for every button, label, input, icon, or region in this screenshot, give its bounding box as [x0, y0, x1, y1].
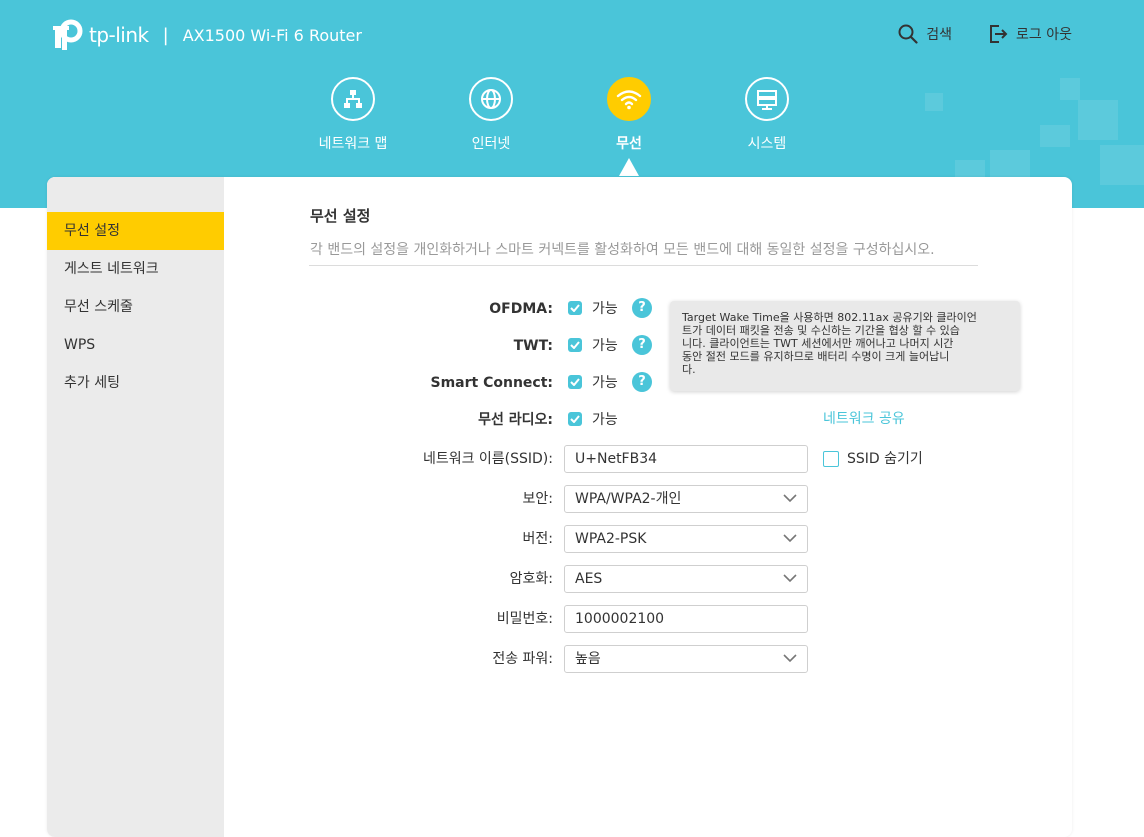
nav-label: 무선 — [616, 136, 642, 152]
system-icon — [757, 90, 777, 110]
twt-help-icon[interactable]: ? — [632, 335, 652, 355]
ssid-field-box — [564, 445, 808, 473]
chevron-down-icon — [783, 574, 797, 583]
nav-label: 인터넷 — [471, 136, 511, 152]
twt-checkbox[interactable] — [568, 338, 582, 352]
hide-ssid-checkbox[interactable] — [823, 451, 839, 467]
smart-connect-help-icon[interactable]: ? — [632, 372, 652, 392]
security-label: 보안: — [522, 491, 553, 507]
encryption-select[interactable]: AES — [564, 565, 808, 593]
logo-text: tp-link — [89, 23, 149, 47]
check-icon — [570, 341, 580, 349]
hide-ssid-label: SSID 숨기기 — [847, 451, 923, 467]
search-icon — [898, 24, 918, 44]
nav-active-pointer — [619, 158, 639, 176]
ssid-input[interactable] — [565, 446, 807, 472]
nav-internet[interactable]: 인터넷 — [431, 77, 551, 153]
tx-power-label: 전송 파워: — [492, 651, 553, 667]
tooltip-line: 동안 절전 모드를 유지하므로 배터리 수명이 크게 늘어납니 — [682, 350, 950, 363]
top-actions: 검색 로그 아웃 — [898, 24, 1072, 44]
version-label: 버전: — [522, 531, 553, 547]
section-title: 무선 설정 — [310, 207, 371, 225]
nav-label: 시스템 — [747, 136, 787, 152]
security-select[interactable]: WPA/WPA2-개인 — [564, 485, 808, 513]
ofdma-enable-label: 가능 — [592, 301, 618, 317]
check-icon — [570, 304, 580, 312]
sidebar-item-guest-network[interactable]: 게스트 네트워크 — [47, 250, 224, 288]
tp-link-logo-icon — [53, 19, 83, 50]
tooltip-line: 트가 데이터 패킷을 전송 및 수신하는 기간을 협상 할 수 있습 — [682, 324, 960, 337]
nav-icon-circle — [745, 77, 789, 121]
version-select[interactable]: WPA2-PSK — [564, 525, 808, 553]
logout-button[interactable]: 로그 아웃 — [988, 24, 1072, 44]
tx-power-row: 전송 파워: 높음 — [47, 645, 1072, 673]
router-model: AX1500 Wi-Fi 6 Router — [182, 25, 362, 45]
wireless-radio-enable-label: 가능 — [592, 412, 618, 428]
nav-icon-circle — [469, 77, 513, 121]
logout-label: 로그 아웃 — [1016, 27, 1072, 43]
search-button[interactable]: 검색 — [898, 24, 952, 44]
twt-enable-label: 가능 — [592, 338, 618, 354]
twt-tooltip: Target Wake Time을 사용하면 802.11ax 공유기와 클라이… — [670, 301, 1020, 391]
brand-logo: tp-link | AX1500 Wi-Fi 6 Router — [47, 16, 362, 54]
search-label: 검색 — [926, 27, 953, 43]
wireless-radio-label: 무선 라디오: — [478, 412, 553, 428]
globe-icon — [481, 89, 501, 109]
section-description: 각 밴드의 설정을 개인화하거나 스마트 커넥트를 활성화하여 모든 밴드에 대… — [310, 242, 935, 258]
ofdma-help-icon[interactable]: ? — [632, 298, 652, 318]
tooltip-line: Target Wake Time을 사용하면 802.11ax 공유기와 클라이… — [682, 311, 977, 324]
smart-connect-enable-label: 가능 — [592, 375, 618, 391]
version-value: WPA2-PSK — [575, 531, 647, 547]
smart-connect-label: Smart Connect: — [430, 375, 554, 391]
smart-connect-checkbox[interactable] — [568, 375, 582, 389]
security-row: 보안: WPA/WPA2-개인 — [47, 485, 1072, 513]
check-icon — [570, 378, 580, 386]
check-icon — [570, 415, 580, 423]
main-nav: 네트워크 맵 인터넷 무선 시스템 — [0, 77, 1144, 177]
content-panel: 무선 설정 게스트 네트워크 무선 스케줄 WPS 추가 세팅 무선 설정 각 … — [47, 177, 1072, 837]
nav-wireless[interactable]: 무선 — [569, 77, 689, 153]
wireless-radio-checkbox[interactable] — [568, 412, 582, 426]
password-row: 비밀번호: — [47, 605, 1072, 633]
chevron-down-icon — [783, 654, 797, 663]
section-divider — [309, 265, 978, 266]
ssid-label: 네트워크 이름(SSID): — [422, 451, 553, 467]
tx-power-value: 높음 — [575, 651, 601, 667]
password-input[interactable] — [565, 606, 807, 632]
ofdma-label: OFDMA: — [489, 301, 553, 317]
encryption-row: 암호화: AES — [47, 565, 1072, 593]
security-value: WPA/WPA2-개인 — [575, 491, 682, 507]
password-field-box — [564, 605, 808, 633]
nav-label: 네트워크 맵 — [318, 136, 388, 152]
share-network-link[interactable]: 네트워크 공유 — [823, 409, 905, 429]
chevron-down-icon — [783, 534, 797, 543]
tooltip-line: 다. — [682, 363, 696, 376]
tx-power-select[interactable]: 높음 — [564, 645, 808, 673]
password-label: 비밀번호: — [496, 611, 553, 627]
wireless-radio-row: 무선 라디오: 가능 — [47, 406, 1072, 434]
encryption-label: 암호화: — [509, 571, 553, 587]
twt-label: TWT: — [513, 338, 553, 354]
nav-system[interactable]: 시스템 — [707, 77, 827, 153]
sidebar-item-wireless-settings[interactable]: 무선 설정 — [47, 212, 224, 250]
encryption-value: AES — [575, 571, 603, 587]
nav-icon-circle — [607, 77, 651, 121]
network-map-icon — [344, 90, 362, 108]
logout-icon — [990, 25, 1008, 43]
chevron-down-icon — [783, 494, 797, 503]
logo-separator: | — [162, 24, 169, 46]
ofdma-checkbox[interactable] — [568, 301, 582, 315]
tooltip-line: 니다. 클라이언트는 TWT 세션에서만 깨어나고 나머지 시간 — [682, 337, 954, 350]
nav-network-map[interactable]: 네트워크 맵 — [293, 77, 413, 153]
version-row: 버전: WPA2-PSK — [47, 525, 1072, 553]
wifi-icon — [616, 90, 642, 110]
nav-icon-circle — [331, 77, 375, 121]
